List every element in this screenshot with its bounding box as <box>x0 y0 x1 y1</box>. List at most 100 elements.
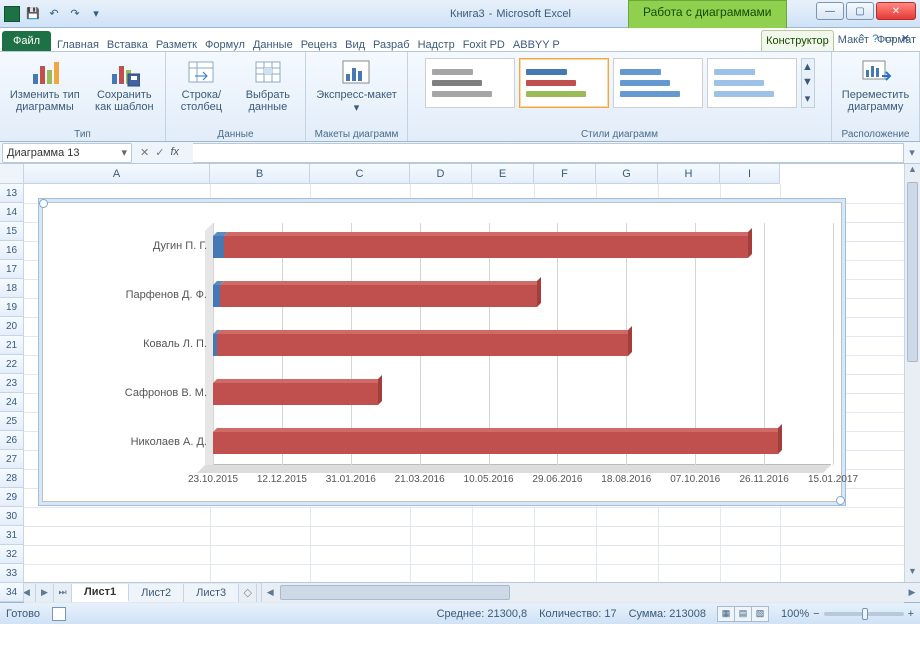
chart-bar[interactable] <box>213 334 833 356</box>
zoom-slider[interactable] <box>824 612 904 616</box>
row-header[interactable]: 23 <box>0 374 24 393</box>
row-header[interactable]: 24 <box>0 393 24 412</box>
row-header[interactable]: 25 <box>0 412 24 431</box>
chart-style-thumb[interactable] <box>613 58 703 108</box>
sheet-tab[interactable]: Лист1 <box>72 583 129 602</box>
last-sheet-icon[interactable]: ⏭ <box>54 583 72 602</box>
col-header[interactable]: B <box>210 164 310 184</box>
zoom-out-button[interactable]: − <box>813 608 819 620</box>
scrollbar-thumb[interactable] <box>280 585 510 600</box>
row-header[interactable]: 28 <box>0 469 24 488</box>
row-header[interactable]: 21 <box>0 336 24 355</box>
col-header[interactable]: C <box>310 164 410 184</box>
col-header[interactable]: A <box>24 164 210 184</box>
formula-input[interactable] <box>193 143 904 163</box>
close-button[interactable]: ✕ <box>876 2 916 20</box>
col-header[interactable]: H <box>658 164 720 184</box>
redo-icon[interactable]: ↷ <box>66 5 84 23</box>
select-all-button[interactable] <box>0 164 24 184</box>
tab-Разраб[interactable]: Разраб <box>369 35 414 55</box>
tab-Данные[interactable]: Данные <box>249 35 297 55</box>
row-header[interactable]: 27 <box>0 450 24 469</box>
zoom-in-button[interactable]: + <box>908 608 914 620</box>
chart-bar[interactable] <box>213 432 833 454</box>
row-header[interactable]: 15 <box>0 222 24 241</box>
restore-window-icon[interactable]: ▭ <box>884 32 894 45</box>
save-template-button[interactable]: Сохранить как шаблон <box>88 54 161 115</box>
scroll-left-icon[interactable]: ◀ <box>262 583 278 602</box>
next-sheet-icon[interactable]: ▶ <box>36 583 54 602</box>
chart-bar[interactable] <box>213 383 833 405</box>
normal-view-button[interactable]: ▦ <box>717 606 735 622</box>
zoom-level[interactable]: 100% <box>781 608 809 620</box>
row-header[interactable]: 26 <box>0 431 24 450</box>
page-break-button[interactable]: ▧ <box>751 606 769 622</box>
minimize-ribbon-icon[interactable]: ⌃ <box>857 32 866 45</box>
new-sheet-icon[interactable]: ◇ <box>239 583 257 602</box>
chart-object[interactable]: Николаев А. Д.Сафронов В. М.Коваль Л. П.… <box>42 202 842 502</box>
fx-icon[interactable]: fx <box>170 146 179 159</box>
enter-fx-icon[interactable]: ✓ <box>155 146 164 159</box>
tab-Конструктор[interactable]: Конструктор <box>761 30 834 51</box>
scroll-down-icon[interactable]: ▼ <box>905 566 920 582</box>
help-icon[interactable]: ? <box>872 33 878 45</box>
minimize-button[interactable]: — <box>816 2 844 20</box>
chart-bar[interactable] <box>213 285 833 307</box>
vertical-scrollbar[interactable]: ▲ ▼ <box>904 164 920 582</box>
row-header[interactable]: 17 <box>0 260 24 279</box>
chart-style-thumb[interactable] <box>425 58 515 108</box>
chart-style-thumb[interactable] <box>519 58 609 108</box>
row-header[interactable]: 20 <box>0 317 24 336</box>
tab-Главная[interactable]: Главная <box>53 35 103 55</box>
row-header[interactable]: 14 <box>0 203 24 222</box>
gallery-more-button[interactable]: ▲▼▾ <box>801 58 815 108</box>
sheet-tab[interactable]: Лист3 <box>184 583 239 602</box>
col-header[interactable]: D <box>410 164 472 184</box>
horizontal-scrollbar[interactable]: ◀ ▶ <box>261 583 920 602</box>
qat-more-icon[interactable]: ▾ <box>87 5 105 23</box>
row-header[interactable]: 30 <box>0 507 24 526</box>
row-header[interactable]: 19 <box>0 298 24 317</box>
row-header[interactable]: 13 <box>0 184 24 203</box>
tab-Формул[interactable]: Формул <box>201 35 249 55</box>
maximize-button[interactable]: ▢ <box>846 2 874 20</box>
row-header[interactable]: 16 <box>0 241 24 260</box>
tab-Надстр[interactable]: Надстр <box>414 35 459 55</box>
quick-layout-button[interactable]: Экспресс-макет▾ <box>312 54 401 116</box>
row-header[interactable]: 34 <box>0 583 24 602</box>
macro-record-icon[interactable] <box>52 607 66 621</box>
move-chart-button[interactable]: Переместить диаграмму <box>836 54 915 115</box>
row-header[interactable]: 32 <box>0 545 24 564</box>
tab-Foxit PD[interactable]: Foxit PD <box>459 35 509 55</box>
chart-style-thumb[interactable] <box>707 58 797 108</box>
tab-Вид[interactable]: Вид <box>341 35 369 55</box>
tab-ABBYY P[interactable]: ABBYY P <box>509 35 564 55</box>
scroll-right-icon[interactable]: ▶ <box>904 583 920 602</box>
chevron-down-icon[interactable]: ▾ <box>121 146 127 159</box>
row-header[interactable]: 22 <box>0 355 24 374</box>
col-header[interactable]: I <box>720 164 780 184</box>
page-layout-button[interactable]: ▤ <box>734 606 752 622</box>
scroll-up-icon[interactable]: ▲ <box>905 164 920 180</box>
row-header[interactable]: 31 <box>0 526 24 545</box>
sheet-tab[interactable]: Лист2 <box>129 583 184 602</box>
change-chart-type-button[interactable]: Изменить тип диаграммы <box>4 54 86 115</box>
col-header[interactable]: E <box>472 164 534 184</box>
chart-bar[interactable] <box>213 236 833 258</box>
file-tab[interactable]: Файл <box>2 31 51 51</box>
tab-Реценз[interactable]: Реценз <box>297 35 341 55</box>
col-header[interactable]: G <box>596 164 658 184</box>
switch-row-col-button[interactable]: Строка/столбец <box>170 54 233 115</box>
col-header[interactable]: F <box>534 164 596 184</box>
row-header[interactable]: 18 <box>0 279 24 298</box>
cancel-fx-icon[interactable]: ✕ <box>140 146 149 159</box>
row-header[interactable]: 33 <box>0 564 24 583</box>
expand-formula-icon[interactable]: ▾ <box>904 146 920 159</box>
plot-area[interactable] <box>213 223 831 465</box>
undo-icon[interactable]: ↶ <box>45 5 63 23</box>
row-header[interactable]: 29 <box>0 488 24 507</box>
tab-Вставка[interactable]: Вставка <box>103 35 152 55</box>
select-data-button[interactable]: Выбрать данные <box>235 54 301 115</box>
close-workbook-icon[interactable]: ✕ <box>901 32 910 45</box>
scrollbar-thumb[interactable] <box>907 182 918 362</box>
